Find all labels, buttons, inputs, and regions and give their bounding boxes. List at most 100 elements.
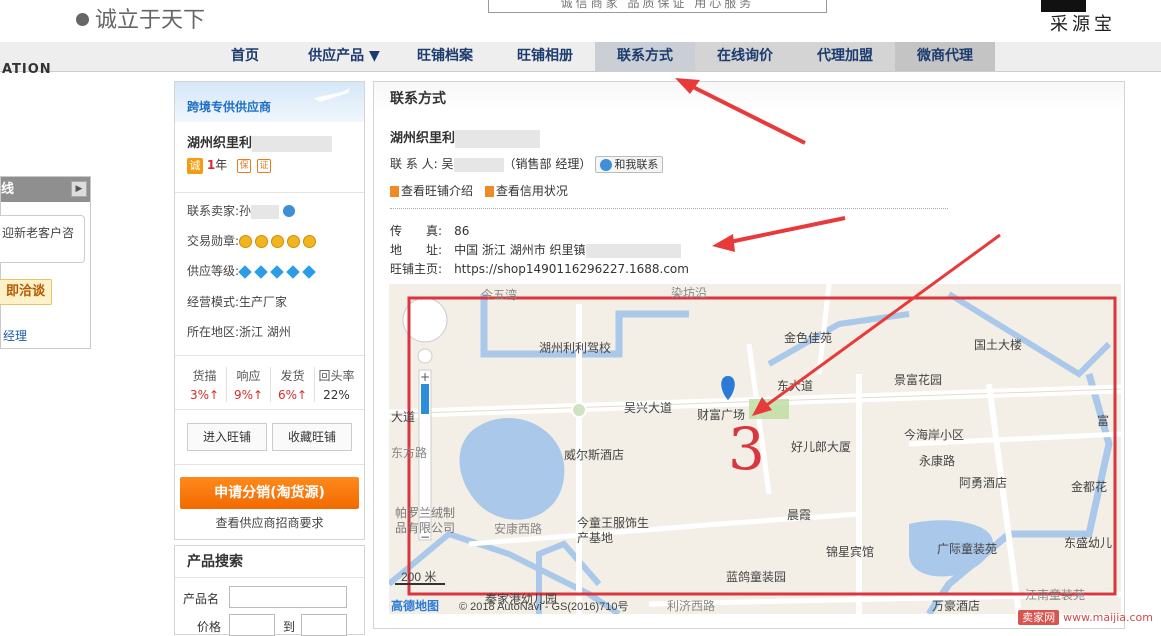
- shop-nav: ATION 首页 供应产品 ▼ 旺铺档案 旺铺相册 联系方式 在线询价 代理加盟…: [0, 42, 1161, 77]
- map-label: 东大道: [777, 379, 814, 393]
- shop-homepage-row: 旺铺主页: https://shop1490116296227.1688.com: [390, 262, 689, 276]
- view-requirements-link[interactable]: 查看供应商招商要求: [175, 514, 364, 531]
- supplier-sidebar: 跨境专供供应商 湖州织里利 诚 1年 保证 联系卖家:孙 交易勋章: 供应等级:…: [174, 81, 365, 540]
- map-label: 富: [1097, 414, 1110, 428]
- stat-repurchase: 回头率 22%: [318, 369, 355, 402]
- nav-wechat-agent[interactable]: 微商代理: [895, 42, 995, 71]
- trade-medal-row: 交易勋章:: [187, 232, 319, 249]
- medal-icon: [255, 235, 269, 248]
- diamond-icon: [302, 264, 316, 279]
- price-min-input[interactable]: [229, 614, 275, 636]
- apply-distribution-button[interactable]: 申请分销(淘货源): [180, 477, 359, 509]
- map-label: 吴兴大道: [624, 401, 673, 415]
- handwritten-number: 3: [728, 415, 765, 483]
- map-provider-logo: 高德地图: [391, 599, 440, 613]
- map-label: 金都花: [1071, 480, 1108, 494]
- brand-logo: 采源宝: [1036, 0, 1131, 38]
- fax-row: 传 真: 86: [390, 224, 470, 238]
- site-watermark: 卖家网 www.maijia.com: [1018, 609, 1153, 625]
- nav-profile[interactable]: 旺铺档案: [404, 42, 486, 71]
- shop-intro-link[interactable]: 查看旺铺介绍: [390, 184, 473, 198]
- map-label: 景富花园: [894, 373, 943, 387]
- medal-icon: [287, 235, 301, 248]
- chat-now-button[interactable]: 即洽谈: [0, 279, 52, 305]
- nav-inquiry[interactable]: 在线询价: [695, 42, 795, 71]
- chengxintong-icon: 诚: [187, 157, 203, 174]
- doc-icon: [484, 186, 494, 197]
- nav-home[interactable]: 首页: [218, 42, 272, 71]
- wangwang-icon[interactable]: [283, 205, 296, 217]
- region-row: 所在地区:浙江 湖州: [187, 325, 291, 339]
- contact-person-row: 联 系 人: 吴（销售部 经理） 和我联系: [390, 155, 664, 173]
- promo-banner: 诚信商家 品质保证 用心服务: [488, 0, 827, 13]
- certificate-icon[interactable]: 证: [257, 158, 272, 173]
- business-mode-row: 经营模式:生产厂家: [187, 295, 288, 309]
- bullet-icon: [76, 12, 89, 26]
- map-label: 好儿郎大厦: [791, 440, 852, 454]
- map-label: 威尔斯酒店: [564, 448, 625, 462]
- contact-me-button[interactable]: 和我联系: [595, 156, 664, 173]
- price-label: 价格: [197, 620, 222, 634]
- map-scale: 200 米: [401, 570, 437, 584]
- medal-icon: [239, 235, 253, 248]
- map-label: 蓝鸽童装园: [726, 570, 787, 584]
- stat-shipping: 发货 6%↑: [271, 367, 315, 402]
- price-max-input[interactable]: [301, 614, 347, 636]
- nav-agent[interactable]: 代理加盟: [795, 42, 895, 71]
- collapse-arrow-icon[interactable]: ▶: [71, 181, 87, 197]
- stat-description: 货描 3%↑: [183, 367, 227, 402]
- shop-url-link[interactable]: https://shop1490116296227.1688.com: [454, 262, 689, 276]
- address-row: 地 址: 中国 浙江 湖州市 织里镇: [390, 241, 681, 258]
- map-label: 利济西路: [667, 599, 716, 613]
- map-label: 帕罗兰绒制品有限公司: [395, 506, 456, 535]
- main-company-name: 湖州织里利: [390, 127, 541, 148]
- contact-seller-row: 联系卖家:孙: [187, 202, 297, 220]
- stat-response: 响应 9%↑: [227, 367, 271, 402]
- nav-left-label: ATION: [2, 62, 52, 77]
- medal-icon: [303, 235, 317, 248]
- price-to-label: 到: [283, 620, 296, 634]
- service-header: 线 ▶: [1, 177, 90, 202]
- nav-album[interactable]: 旺铺相册: [504, 42, 586, 71]
- map-label: 湖州利利驾校: [539, 341, 612, 355]
- sidebar-company-name: 湖州织里利: [187, 132, 333, 152]
- map-label: 今童王服饰生产基地: [577, 516, 650, 545]
- map-label: 广际童装苑: [937, 542, 998, 556]
- wangwang-icon: [600, 159, 613, 171]
- nav-contact[interactable]: 联系方式: [595, 42, 695, 71]
- product-search-panel: 产品搜索 产品名 价格 到: [174, 545, 365, 636]
- enter-shop-button[interactable]: 进入旺铺: [187, 423, 267, 451]
- membership-years: 诚 1年 保证: [187, 156, 272, 174]
- supply-level-row: 供应等级:: [187, 262, 319, 279]
- map-label: 安康西路: [494, 522, 543, 536]
- map-label: 晨霞: [787, 508, 812, 522]
- service-stats: 货描 3%↑ 响应 9%↑ 发货 6%↑ 回头率 22%: [183, 367, 358, 402]
- nav-products[interactable]: 供应产品 ▼: [298, 42, 390, 71]
- map-label: 东盛幼儿: [1064, 536, 1113, 550]
- map-label: 金色佳苑: [784, 331, 833, 345]
- online-service-panel: 线 ▶ 迎新老客户咨 即洽谈 经理: [0, 176, 91, 349]
- diamond-icon: [286, 264, 300, 279]
- credit-link[interactable]: 查看信用状况: [484, 184, 568, 198]
- shop-links-row: 查看旺铺介绍 查看信用状况: [390, 182, 568, 199]
- favorite-shop-button[interactable]: 收藏旺铺: [272, 423, 352, 451]
- map-label: 万豪酒店: [932, 599, 981, 613]
- map-label: 国土大楼: [974, 338, 1023, 352]
- divider: [390, 208, 948, 209]
- product-name-input[interactable]: [229, 586, 347, 608]
- manager-label: 经理: [3, 329, 28, 343]
- greeting-bubble: 迎新老客户咨: [0, 215, 85, 263]
- shop-slogan: 诚立于天下: [76, 2, 205, 34]
- guarantee-icon[interactable]: 保: [237, 158, 252, 173]
- product-name-label: 产品名: [183, 592, 220, 606]
- medal-icon: [271, 235, 285, 248]
- crossborder-banner: 跨境专供供应商: [175, 82, 364, 122]
- map-label: 阿勇酒店: [959, 476, 1008, 490]
- map-label: 染坊沿: [671, 286, 708, 300]
- map-label: 东方路: [391, 446, 428, 460]
- contact-title: 联系方式: [390, 91, 446, 107]
- diamond-icon: [254, 264, 268, 279]
- map-label: 江南童装苑: [1025, 588, 1086, 602]
- map-copyright: © 2018 AutoNavi - GS(2016)710号: [459, 601, 629, 613]
- map-label: 今海岸小区: [904, 428, 965, 442]
